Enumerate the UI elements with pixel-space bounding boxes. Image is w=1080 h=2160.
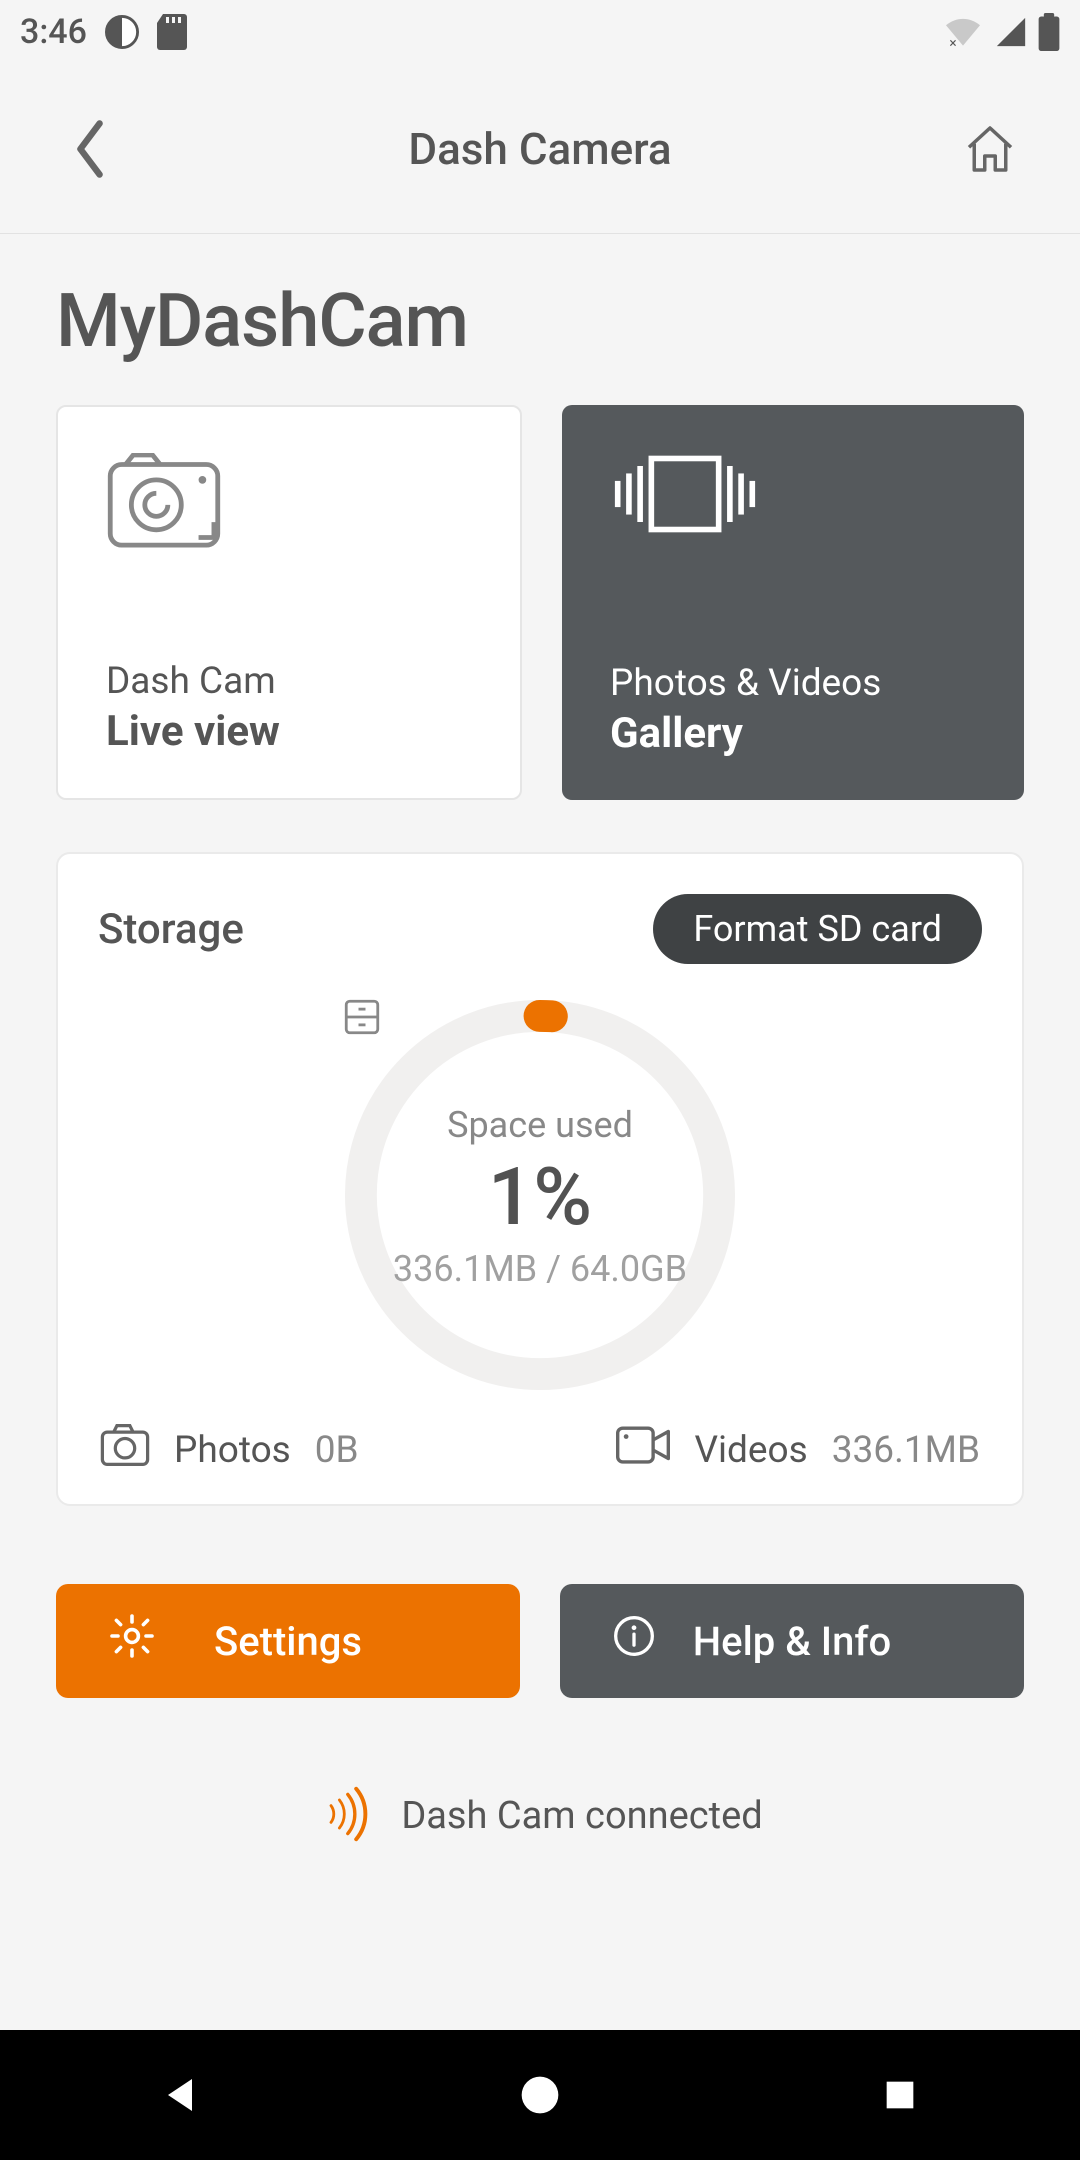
page-title: Dash Camera	[130, 123, 950, 175]
videos-value: 336.1MB	[832, 1429, 980, 1472]
settings-label: Settings	[214, 1618, 362, 1665]
svg-text:×: ×	[949, 35, 956, 49]
signal-waves-icon	[317, 1786, 373, 1846]
android-navbar	[0, 2030, 1080, 2160]
gear-icon	[108, 1612, 156, 1670]
gallery-card[interactable]: Photos & Videos Gallery	[562, 405, 1024, 800]
home-button[interactable]	[950, 109, 1030, 189]
sd-card-icon	[157, 14, 187, 50]
status-time: 3:46	[20, 12, 87, 52]
status-bar: 3:46 ×	[0, 0, 1080, 64]
space-used-detail: 336.1MB / 64.0GB	[393, 1248, 687, 1290]
help-button[interactable]: Help & Info	[560, 1584, 1024, 1698]
nav-home-button[interactable]	[440, 2050, 640, 2140]
videos-label: Videos	[694, 1429, 807, 1472]
nav-recent-button[interactable]	[800, 2050, 1000, 2140]
app-icon	[105, 15, 139, 49]
storage-card: Storage Format SD card Space used	[56, 852, 1024, 1506]
settings-button[interactable]: Settings	[56, 1584, 520, 1698]
help-label: Help & Info	[693, 1618, 891, 1665]
back-button[interactable]	[50, 109, 130, 189]
gallery-sub: Photos & Videos	[610, 662, 976, 705]
signal-icon	[994, 15, 1028, 49]
content: MyDashCam Dash Cam Live view	[0, 234, 1080, 2030]
camera-icon	[106, 453, 472, 563]
info-icon	[612, 1614, 656, 1668]
photos-stat: Photos 0B	[100, 1424, 359, 1476]
connection-status: Dash Cam connected	[56, 1786, 1024, 1846]
format-sd-button[interactable]: Format SD card	[653, 894, 982, 964]
photo-icon	[100, 1424, 150, 1476]
live-view-title: Live view	[106, 707, 472, 756]
device-name: MyDashCam	[56, 278, 1024, 365]
video-icon	[616, 1426, 670, 1474]
wifi-off-icon: ×	[942, 15, 984, 49]
live-view-sub: Dash Cam	[106, 660, 472, 703]
photos-value: 0B	[315, 1429, 359, 1472]
space-used-label: Space used	[447, 1104, 633, 1146]
nav-back-button[interactable]	[80, 2050, 280, 2140]
storage-gauge: Space used 1% 336.1MB / 64.0GB	[341, 996, 739, 1394]
connection-text: Dash Cam connected	[401, 1794, 762, 1838]
gallery-title: Gallery	[610, 709, 976, 758]
gallery-icon	[610, 451, 976, 561]
live-view-card[interactable]: Dash Cam Live view	[56, 405, 522, 800]
space-used-percent: 1%	[488, 1150, 592, 1244]
app-header: Dash Camera	[0, 64, 1080, 234]
videos-stat: Videos 336.1MB	[616, 1426, 980, 1474]
battery-icon	[1038, 13, 1060, 51]
photos-label: Photos	[174, 1429, 291, 1472]
storage-label: Storage	[98, 905, 244, 954]
